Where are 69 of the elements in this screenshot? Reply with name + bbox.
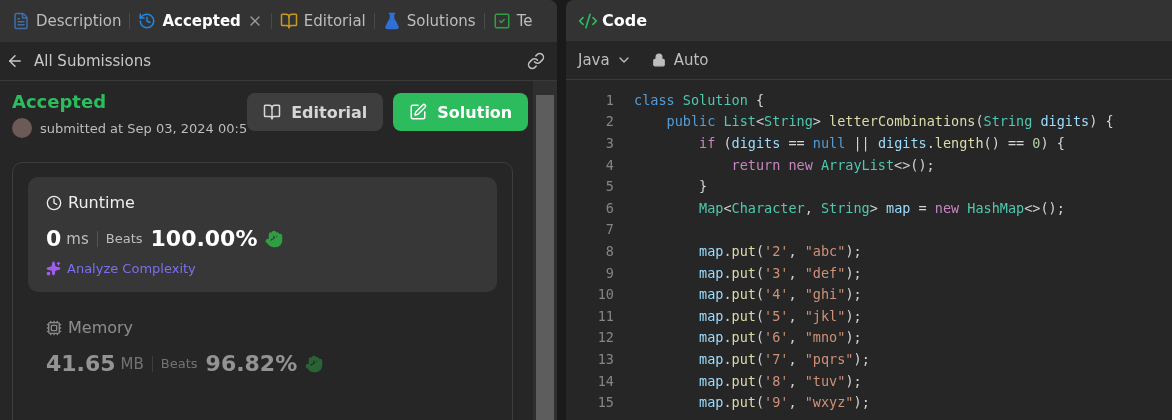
book-icon: [279, 12, 298, 30]
submitted-text: submitted at Sep 03, 2024 00:5: [40, 120, 248, 136]
code-line: map.put('6', "mno");: [698, 329, 862, 346]
tab[interactable]: Description: [4, 7, 130, 35]
metric-value: 0: [46, 226, 62, 251]
code-line: return new ArrayList<>();: [730, 156, 935, 173]
code-line: map.put('3', "def");: [698, 264, 862, 281]
mode-label: Auto: [673, 51, 709, 69]
avatar: [12, 118, 32, 138]
code-line: map.put('4', "ghi");: [698, 286, 862, 303]
tab[interactable]: Accepted: [130, 7, 271, 35]
line-number: 5: [604, 178, 615, 195]
metric-title: Memory: [68, 318, 134, 337]
line-number: 9: [604, 264, 615, 281]
line-number: 8: [604, 242, 615, 259]
metric-unit: ms: [66, 229, 89, 248]
beats-percent: 100.00%: [150, 226, 258, 251]
scrollbar[interactable]: [533, 81, 557, 420]
beats-label: Beats: [105, 231, 143, 246]
code-line: map.put('9', "wxyz");: [698, 394, 870, 411]
editorial-button[interactable]: Editorial: [247, 93, 384, 131]
beats-label: Beats: [160, 356, 198, 371]
lock-icon: [651, 53, 666, 67]
metric-unit: MB: [120, 354, 144, 373]
code-line: Map<Character, String> map = new HashMap<>();: [698, 199, 1065, 216]
code-line: public List<String> letterCombinations(String digits) {: [665, 113, 1114, 130]
line-number: 3: [604, 135, 615, 151]
line-number: 1: [604, 91, 615, 108]
metric-panel[interactable]: Runtime 0 ms Beats 100.00% Analyze Complexity: [28, 177, 497, 292]
hand-icon: [305, 354, 324, 373]
metric-panel[interactable]: Memory 41.65 MB Beats 96.82%: [28, 302, 497, 392]
edit-icon: [409, 103, 428, 121]
code-line: class Solution {: [634, 91, 765, 108]
checkbox-icon: [492, 12, 511, 30]
chip-icon: [46, 319, 62, 336]
sparkle-icon: [46, 261, 61, 276]
document-icon: [12, 12, 30, 30]
book-icon: [263, 103, 282, 121]
tab[interactable]: Solutions: [374, 7, 484, 35]
status-text: Accepted: [12, 91, 108, 112]
code-line: map.put('7', "pqrs");: [698, 350, 870, 367]
line-number: 2: [604, 113, 615, 130]
clock-icon: [46, 194, 62, 211]
metric-value: 41.65: [46, 351, 116, 376]
code-line: map.put('5', "jkl");: [698, 307, 862, 324]
link-icon[interactable]: [527, 52, 545, 70]
line-number: 14: [596, 372, 615, 389]
flask-icon: [382, 12, 401, 30]
line-number: 11: [596, 307, 615, 324]
code-line: map.put('8', "tuv");: [698, 372, 862, 389]
metric-title: Runtime: [68, 193, 135, 212]
code-line: map.put('2', "abc");: [698, 242, 862, 259]
line-number: 10: [596, 286, 615, 303]
back-link[interactable]: All Submissions: [6, 52, 517, 70]
line-number: 12: [596, 329, 615, 346]
code-line: if (digits == null || digits.length() == 0) {: [698, 135, 1065, 151]
line-number: 7: [604, 221, 615, 238]
line-number: 13: [596, 350, 615, 367]
tab[interactable]: Editorial: [271, 7, 374, 35]
line-number: 4: [604, 156, 615, 173]
hand-icon: [265, 229, 284, 248]
history-icon: [138, 12, 157, 30]
language-dropdown[interactable]: Java: [578, 51, 632, 69]
tab[interactable]: Te: [484, 7, 541, 35]
code-line: }: [698, 178, 708, 195]
line-number: 6: [604, 199, 615, 216]
line-number: 15: [596, 394, 615, 411]
beats-percent: 96.82%: [205, 351, 298, 376]
panel-title: Code: [602, 11, 648, 30]
